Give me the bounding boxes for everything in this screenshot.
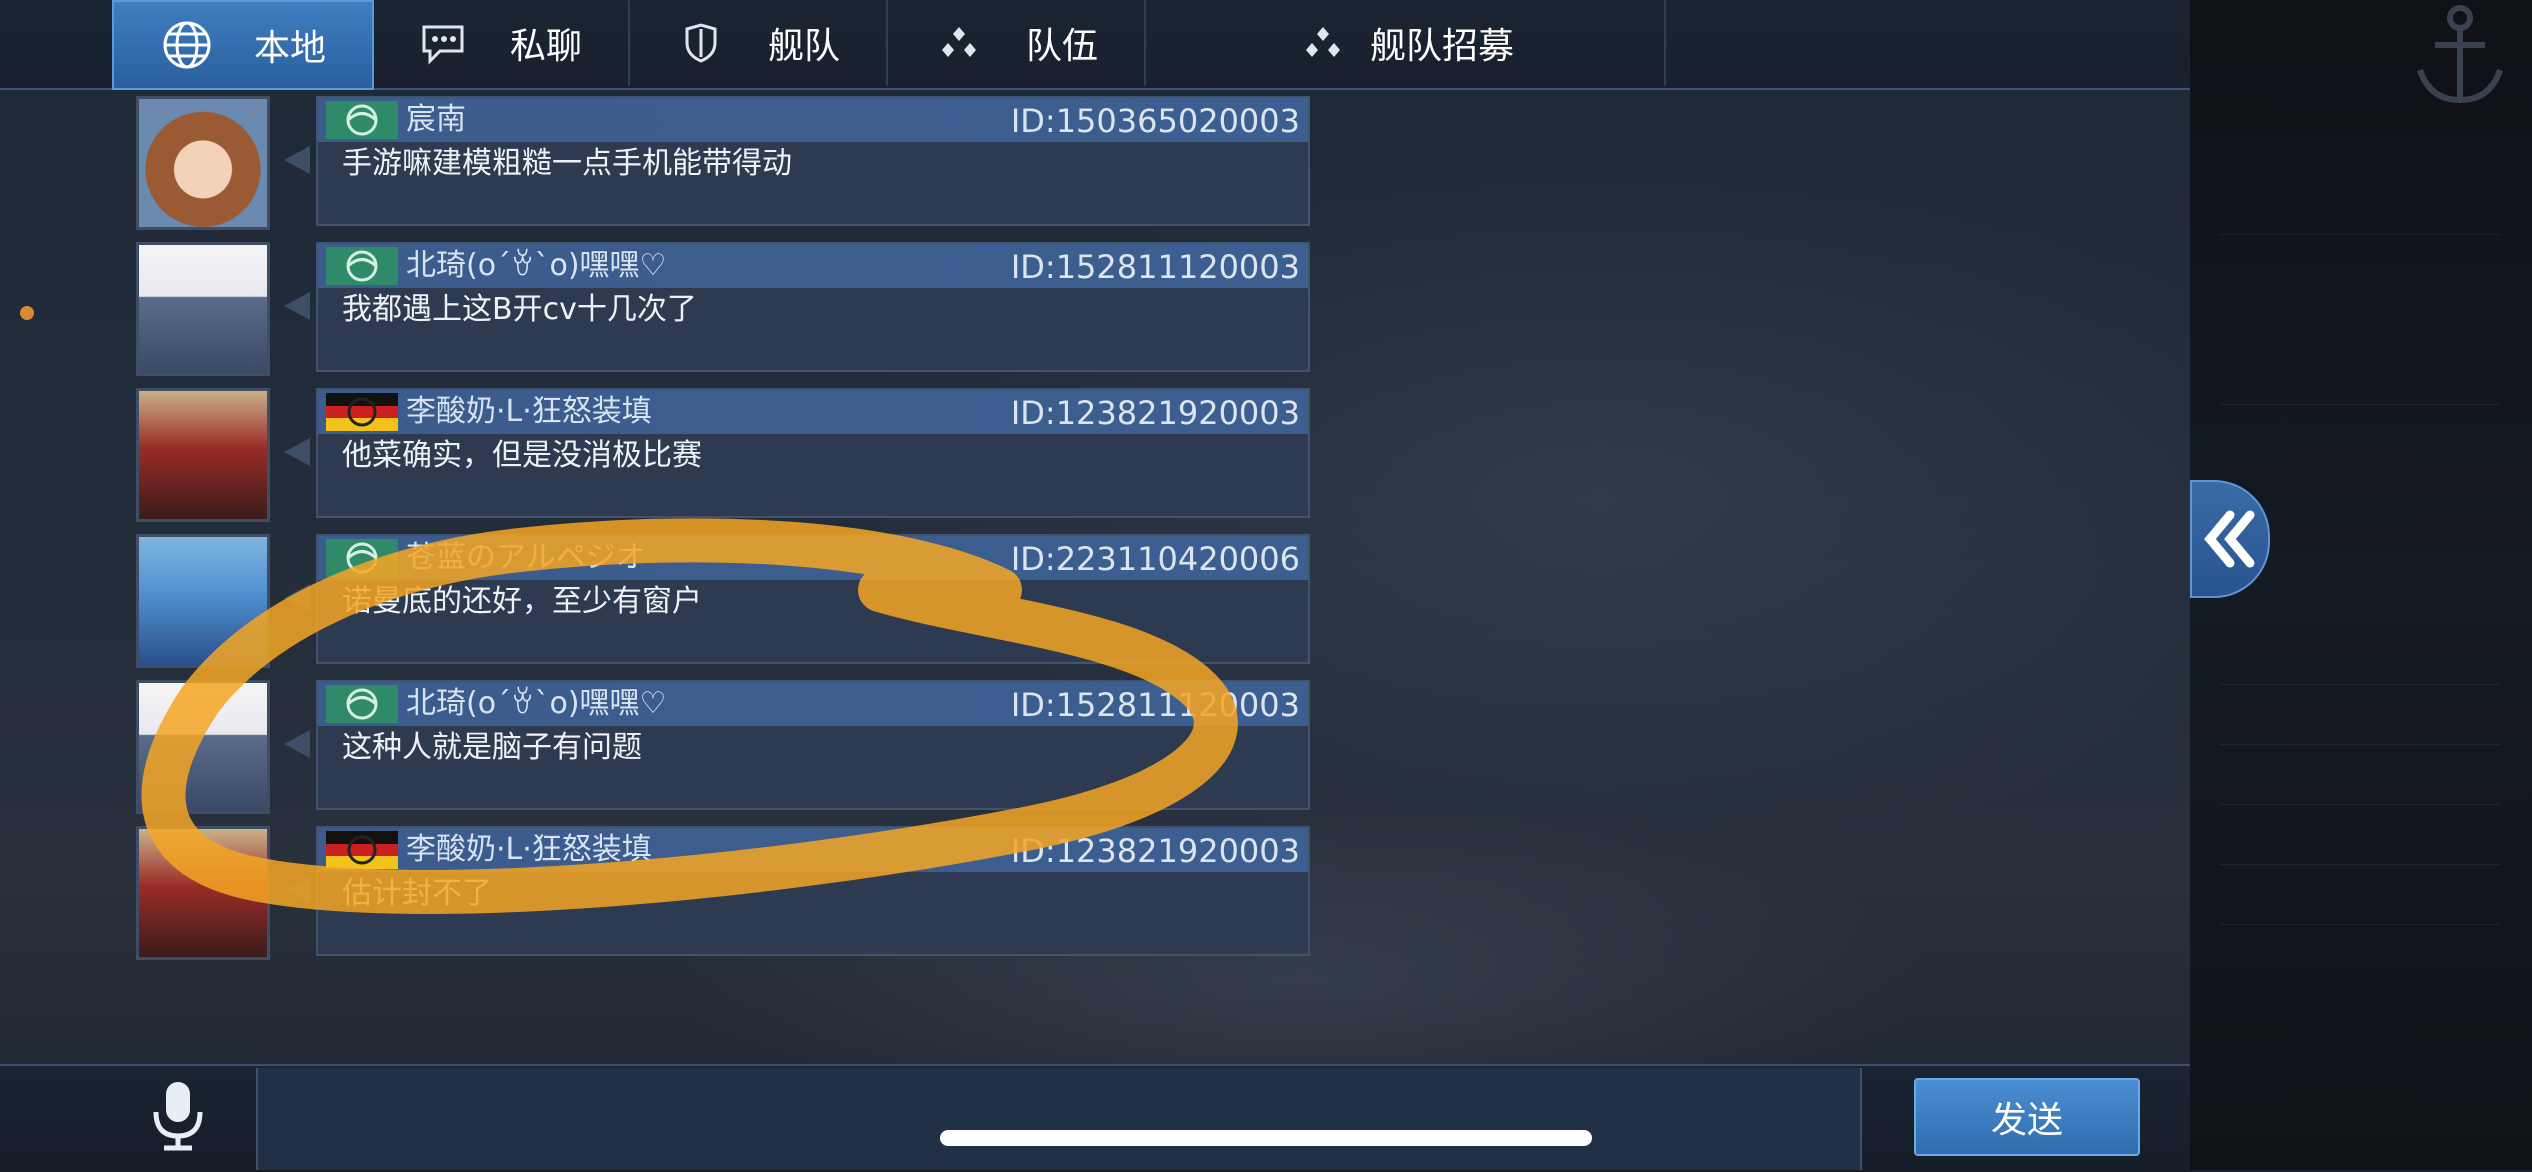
- avatar[interactable]: [136, 242, 270, 376]
- message-bubble: 李酸奶·L·狂怒装填 ID:123821920003 估计封不了: [316, 826, 1310, 956]
- panel-row: [2220, 640, 2500, 685]
- bubble-pointer: [284, 146, 310, 174]
- message-input[interactable]: [256, 1068, 1862, 1170]
- message-text: 手游嘛建模粗糙一点手机能带得动: [342, 146, 792, 181]
- message-bubble: 苍蓝のアルペジオ ID:223110420006 诺曼底的还好，至少有窗户: [316, 534, 1310, 664]
- user-name[interactable]: 北琦(o´ꈊ`o)嘿嘿♡: [406, 246, 666, 286]
- chat-bubble-icon: [416, 16, 470, 70]
- avatar[interactable]: [136, 680, 270, 814]
- chat-message: 苍蓝のアルペジオ ID:223110420006 诺曼底的还好，至少有窗户: [136, 534, 1311, 668]
- team-icon: [1296, 16, 1350, 70]
- bubble-pointer: [284, 730, 310, 758]
- chat-message: 李酸奶·L·狂怒装填 ID:123821920003 估计封不了: [136, 826, 1311, 960]
- message-header: 宸南 ID:150365020003: [318, 98, 1308, 142]
- microphone-icon[interactable]: [146, 1078, 210, 1152]
- message-header: 李酸奶·L·狂怒装填 ID:123821920003: [318, 828, 1308, 872]
- message-text: 诺曼底的还好，至少有窗户: [342, 584, 702, 619]
- send-button[interactable]: 发送: [1914, 1078, 2140, 1156]
- green-emblem-icon: [326, 539, 398, 577]
- panel-row: [2220, 820, 2500, 865]
- message-bubble: 李酸奶·L·狂怒装填 ID:123821920003 他菜确实，但是没消极比赛: [316, 388, 1310, 518]
- message-text: 我都遇上这B开cv十几次了: [342, 292, 697, 327]
- user-id: ID:123821920003: [1010, 394, 1300, 432]
- german-flag-icon: [326, 831, 398, 869]
- tab-fleet-recruit[interactable]: 舰队招募: [1146, 0, 1666, 86]
- user-id: ID:152811120003: [1010, 686, 1300, 724]
- double-chevron-left-icon: [2204, 510, 2255, 568]
- user-id: ID:150365020003: [1010, 102, 1300, 140]
- shield-icon: [674, 16, 728, 70]
- tab-local[interactable]: 本地: [112, 0, 374, 90]
- chat-message: 北琦(o´ꈊ`o)嘿嘿♡ ID:152811120003 这种人就是脑子有问题: [136, 680, 1311, 814]
- avatar[interactable]: [136, 534, 270, 668]
- globe-icon: [160, 18, 214, 72]
- chat-tab-bar: 本地 私聊 舰队 队伍 舰队招募: [0, 0, 2190, 90]
- home-indicator[interactable]: [940, 1130, 1592, 1146]
- user-name[interactable]: 李酸奶·L·狂怒装填: [406, 392, 652, 432]
- user-name[interactable]: 李酸奶·L·狂怒装填: [406, 830, 652, 870]
- message-text: 估计封不了: [342, 876, 492, 911]
- bubble-pointer: [284, 292, 310, 320]
- avatar[interactable]: [136, 96, 270, 230]
- green-emblem-icon: [326, 101, 398, 139]
- tab-private-chat[interactable]: 私聊: [370, 0, 630, 86]
- message-header: 北琦(o´ꈊ`o)嘿嘿♡ ID:152811120003: [318, 682, 1308, 726]
- panel-row: [2220, 360, 2500, 405]
- user-name[interactable]: 宸南: [406, 100, 466, 140]
- tab-label: 舰队: [767, 26, 840, 67]
- message-bubble: 宸南 ID:150365020003 手游嘛建模粗糙一点手机能带得动: [316, 96, 1310, 226]
- tab-team[interactable]: 队伍: [886, 0, 1146, 86]
- tab-label: 本地: [253, 28, 326, 69]
- message-header: 北琦(o´ꈊ`o)嘿嘿♡ ID:152811120003: [318, 244, 1308, 288]
- team-icon: [932, 16, 986, 70]
- tab-label: 队伍: [1025, 26, 1098, 67]
- message-header: 李酸奶·L·狂怒装填 ID:123821920003: [318, 390, 1308, 434]
- notification-dot: [20, 306, 34, 320]
- panel-row: [2220, 700, 2500, 745]
- avatar[interactable]: [136, 388, 270, 522]
- bubble-pointer: [284, 584, 310, 612]
- user-id: ID:152811120003: [1010, 248, 1300, 286]
- message-text: 他菜确实，但是没消极比赛: [342, 438, 702, 473]
- chat-message: 李酸奶·L·狂怒装填 ID:123821920003 他菜确实，但是没消极比赛: [136, 388, 1311, 522]
- message-header: 苍蓝のアルペジオ ID:223110420006: [318, 536, 1308, 580]
- anchor-icon: [2417, 5, 2503, 104]
- chat-message: 北琦(o´ꈊ`o)嘿嘿♡ ID:152811120003 我都遇上这B开cv十几…: [136, 242, 1311, 376]
- green-emblem-icon: [326, 685, 398, 723]
- message-bubble: 北琦(o´ꈊ`o)嘿嘿♡ ID:152811120003 我都遇上这B开cv十几…: [316, 242, 1310, 372]
- user-name[interactable]: 北琦(o´ꈊ`o)嘿嘿♡: [406, 684, 666, 724]
- message-text: 这种人就是脑子有问题: [342, 730, 642, 765]
- user-id: ID:223110420006: [1010, 540, 1300, 578]
- avatar[interactable]: [136, 826, 270, 960]
- tab-fleet[interactable]: 舰队: [628, 0, 888, 86]
- send-label: 发送: [1990, 1100, 2063, 1141]
- panel-row: [2220, 880, 2500, 925]
- panel-row: [2220, 760, 2500, 805]
- panel-row: [2220, 190, 2500, 235]
- bubble-pointer: [284, 876, 310, 904]
- tab-label: 私聊: [509, 26, 582, 67]
- user-id: ID:123821920003: [1010, 832, 1300, 870]
- bubble-pointer: [284, 438, 310, 466]
- message-bubble: 北琦(o´ꈊ`o)嘿嘿♡ ID:152811120003 这种人就是脑子有问题: [316, 680, 1310, 810]
- user-name[interactable]: 苍蓝のアルペジオ: [406, 538, 646, 578]
- green-emblem-icon: [326, 247, 398, 285]
- chat-message: 宸南 ID:150365020003 手游嘛建模粗糙一点手机能带得动: [136, 96, 1311, 230]
- german-flag-icon: [326, 393, 398, 431]
- tab-label: 舰队招募: [1369, 26, 1514, 67]
